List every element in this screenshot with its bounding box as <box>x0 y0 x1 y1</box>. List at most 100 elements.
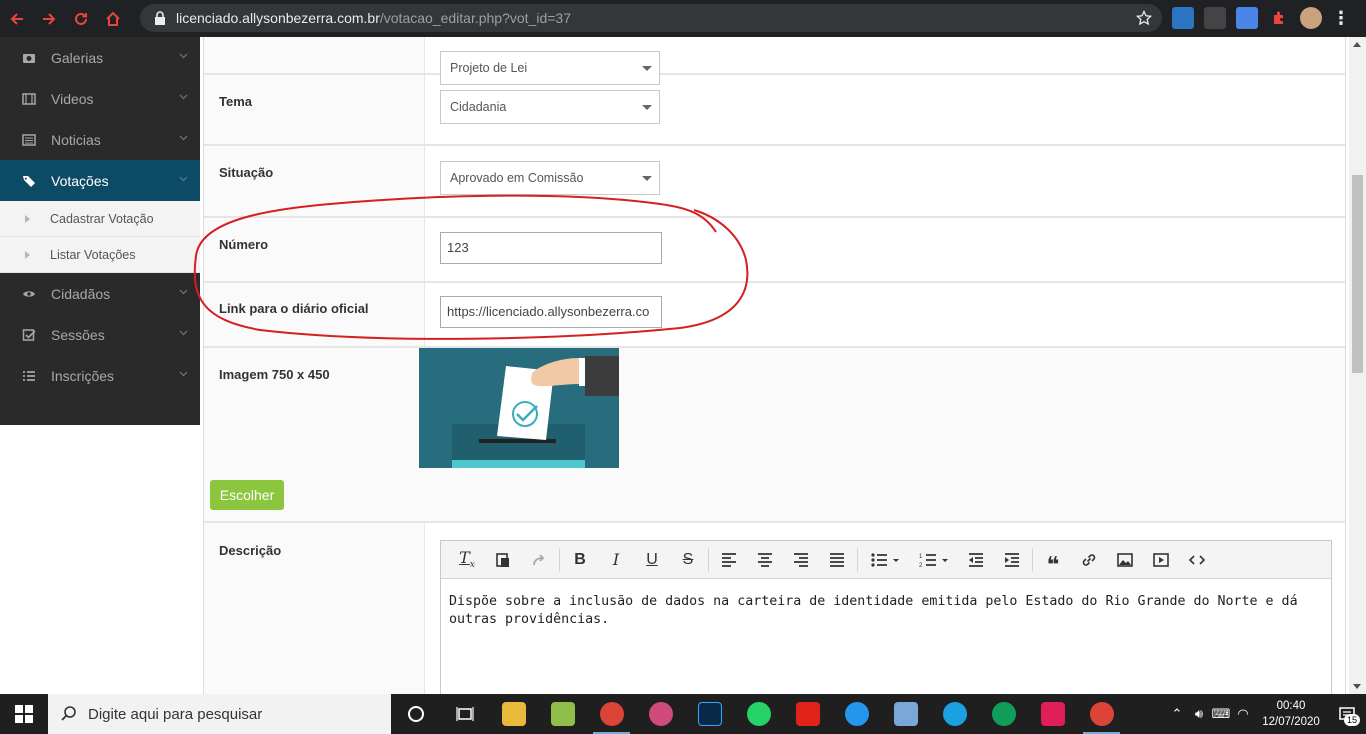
system-tray: ⌃ 🔊︎ ⌨ ◠ 00:40 12/07/2020 15 <box>1166 694 1366 734</box>
align-center-button[interactable] <box>747 541 783 579</box>
edge-icon <box>942 702 967 726</box>
numero-input[interactable]: 123 <box>440 232 662 264</box>
situacao-select[interactable]: Aprovado em Comissão <box>440 161 660 195</box>
taskbar-clock[interactable]: 00:40 12/07/2020 <box>1254 698 1328 730</box>
home-button[interactable] <box>98 4 128 34</box>
taskbar-app-photoshop[interactable] <box>685 694 734 734</box>
task-view-icon <box>455 707 474 721</box>
reload-button[interactable] <box>66 4 96 34</box>
chevron-down-icon <box>642 105 652 110</box>
sidebar-item-votacoes[interactable]: Votações <box>0 160 200 201</box>
sidebar-item-cidadaos[interactable]: Cidadãos <box>0 273 200 314</box>
taskbar-app-slack[interactable] <box>1028 694 1077 734</box>
chevron-down-icon <box>642 176 652 181</box>
align-center-icon <box>758 552 772 567</box>
chevron-down-icon <box>179 371 188 377</box>
sidebar-subitem-label: Listar Votações <box>50 247 136 262</box>
extensions-puzzle-icon[interactable] <box>1268 7 1290 29</box>
scroll-down-icon[interactable] <box>1353 684 1361 689</box>
page-scrollbar[interactable] <box>1349 37 1366 694</box>
italic-button[interactable]: I <box>598 541 634 579</box>
arrow-right-icon <box>43 12 56 25</box>
wifi-icon[interactable]: ◠ <box>1232 706 1254 722</box>
paste-button[interactable] <box>485 541 521 579</box>
sidebar-item-sessoes[interactable]: Sessões <box>0 314 200 355</box>
star-icon[interactable] <box>1136 10 1152 26</box>
scroll-thumb[interactable] <box>1352 175 1363 373</box>
cortana-button[interactable] <box>391 694 440 734</box>
sidebar-item-noticias[interactable]: Noticias <box>0 119 200 160</box>
select-value: Projeto de Lei <box>450 61 528 75</box>
align-right-button[interactable] <box>783 541 819 579</box>
link-diario-input[interactable]: https://licenciado.allysonbezerra.co <box>440 296 662 328</box>
search-placeholder: Digite aqui para pesquisar <box>88 705 263 723</box>
taskbar-app-notepad[interactable] <box>538 694 587 734</box>
taskbar-app-explorer[interactable] <box>489 694 538 734</box>
sidebar-subitem-cadastrar-votacao[interactable]: Cadastrar Votação <box>0 201 200 237</box>
extension-uvt-icon[interactable] <box>1172 7 1194 29</box>
extension-cast-icon[interactable] <box>1204 7 1226 29</box>
speaker-icon[interactable]: 🔊︎ <box>1188 706 1210 722</box>
redo-button[interactable] <box>521 541 557 579</box>
choose-image-button[interactable]: Escolher <box>210 480 284 510</box>
sidebar-item-galerias[interactable]: Galerias <box>0 37 200 78</box>
editor-content[interactable]: Dispõe sobre a inclusão de dados na cart… <box>441 579 1331 643</box>
strikethrough-button[interactable]: S <box>670 541 706 579</box>
taskbar-search[interactable]: Digite aqui para pesquisar <box>48 694 391 734</box>
sidebar-subitem-listar-votacoes[interactable]: Listar Votações <box>0 237 200 273</box>
task-view-button[interactable] <box>440 694 489 734</box>
sidebar-item-videos[interactable]: Videos <box>0 78 200 119</box>
extension-translate-icon[interactable] <box>1236 7 1258 29</box>
folder-icon <box>501 702 526 726</box>
cortana-circle-icon <box>407 706 424 722</box>
lock-icon <box>155 11 165 25</box>
arrow-left-icon <box>10 12 23 25</box>
address-bar[interactable]: licenciado.allysonbezerra.com.br/votacao… <box>140 4 1162 32</box>
outdent-button[interactable] <box>958 541 994 579</box>
taskbar-app-chrome-1[interactable] <box>587 694 636 734</box>
back-button[interactable] <box>2 4 32 34</box>
scroll-up-icon[interactable] <box>1353 42 1361 47</box>
tema-select[interactable]: Cidadania <box>440 90 660 124</box>
taskbar-app-paint[interactable] <box>636 694 685 734</box>
video-button[interactable] <box>1143 541 1179 579</box>
image-button[interactable] <box>1107 541 1143 579</box>
align-justify-button[interactable] <box>819 541 855 579</box>
profile-avatar[interactable] <box>1300 7 1322 29</box>
svg-text:2: 2 <box>919 563 923 569</box>
link-button[interactable] <box>1071 541 1107 579</box>
keyboard-icon[interactable]: ⌨ <box>1210 706 1232 722</box>
taskbar-app-chrome-2[interactable] <box>979 694 1028 734</box>
taskbar-app-whatsapp[interactable] <box>734 694 783 734</box>
forward-button[interactable] <box>34 4 64 34</box>
clock-date: 12/07/2020 <box>1262 716 1320 728</box>
clear-format-button[interactable]: Tx <box>449 541 485 579</box>
underline-button[interactable]: U <box>634 541 670 579</box>
film-icon <box>22 92 36 106</box>
link-label: Link para o diário oficial <box>219 301 369 316</box>
taskbar-app-chrome-3[interactable] <box>1077 694 1126 734</box>
chevron-down-icon <box>179 135 188 141</box>
tags-icon <box>22 174 36 188</box>
align-left-icon <box>722 552 736 567</box>
taskbar-app-virtualbox[interactable] <box>881 694 930 734</box>
blockquote-button[interactable]: ❝ <box>1035 541 1071 579</box>
taskbar-app-acrobat[interactable] <box>783 694 832 734</box>
numbered-list-button[interactable]: 12 <box>909 541 958 579</box>
indent-button[interactable] <box>994 541 1030 579</box>
code-icon <box>1188 554 1206 565</box>
align-left-button[interactable] <box>711 541 747 579</box>
bullet-list-button[interactable] <box>860 541 909 579</box>
code-view-button[interactable] <box>1179 541 1215 579</box>
chevron-up-icon[interactable]: ⌃ <box>1166 706 1188 722</box>
browser-menu-icon[interactable]: ⋮ <box>1332 7 1350 29</box>
taskbar-app-edge[interactable] <box>930 694 979 734</box>
sidebar-item-inscricoes[interactable]: Inscrições <box>0 355 200 396</box>
admin-sidebar: Galerias Videos Noticias Votações Cadast… <box>0 37 200 425</box>
bold-button[interactable]: B <box>562 541 598 579</box>
taskbar-apps <box>391 694 1126 734</box>
start-button[interactable] <box>0 694 48 734</box>
form-row-link: Link para o diário oficial https://licen… <box>204 283 1345 348</box>
notification-center-button[interactable]: 15 <box>1328 694 1366 734</box>
taskbar-app-docker[interactable] <box>832 694 881 734</box>
